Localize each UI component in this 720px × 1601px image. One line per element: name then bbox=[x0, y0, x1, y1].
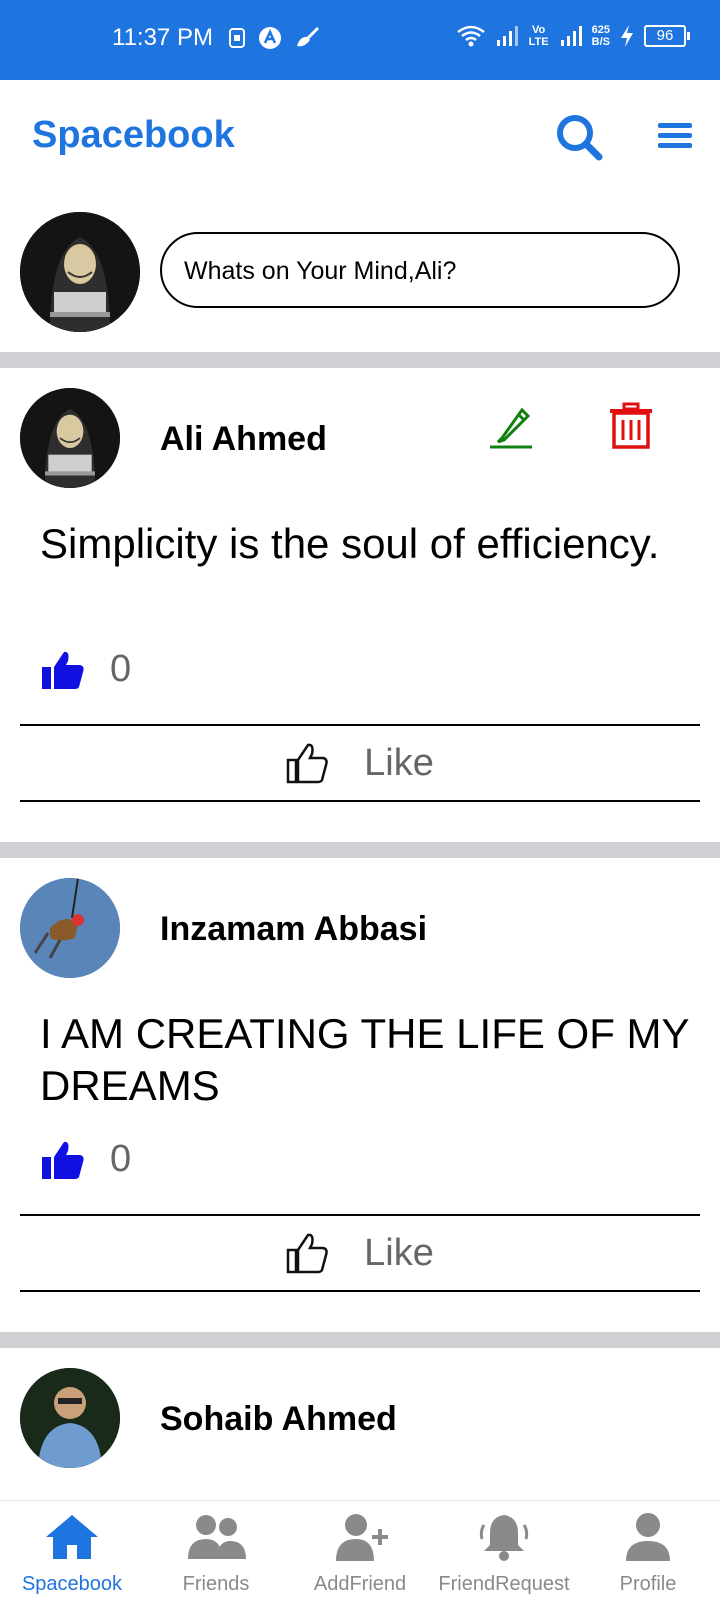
nav-label: AddFriend bbox=[313, 1573, 407, 1595]
post-author[interactable]: Inzamam Abbasi bbox=[160, 910, 427, 949]
nav-item-spacebook[interactable]: Spacebook bbox=[0, 1501, 144, 1601]
home-icon bbox=[46, 1515, 98, 1559]
avatar[interactable] bbox=[20, 878, 120, 978]
status-time: 11:37 PM bbox=[112, 24, 213, 51]
nav-item-friends[interactable]: Friends bbox=[144, 1501, 288, 1601]
add-friend-icon bbox=[336, 1514, 388, 1561]
hacker-avatar-image bbox=[20, 212, 140, 332]
like-label: Like bbox=[364, 1231, 434, 1274]
edit-icon[interactable] bbox=[488, 404, 534, 450]
like-count-row: 0 bbox=[40, 648, 131, 691]
post-composer: Whats on Your Mind,Ali? bbox=[0, 192, 720, 352]
wifi-icon bbox=[456, 25, 485, 47]
trash-icon[interactable] bbox=[608, 402, 654, 450]
like-count: 0 bbox=[110, 1138, 132, 1180]
post-divider bbox=[20, 800, 700, 802]
status-system-icons: Vo LTE 625 B/S 96 bbox=[456, 24, 690, 48]
post-divider bbox=[20, 1290, 700, 1292]
net-speed: 625 B/S bbox=[592, 24, 610, 48]
thumbs-up-filled-icon bbox=[42, 651, 84, 689]
post-author[interactable]: Ali Ahmed bbox=[160, 420, 327, 459]
battery-indicator: 96 bbox=[644, 25, 690, 47]
feed-divider bbox=[0, 352, 720, 368]
nav-label: Profile bbox=[619, 1573, 677, 1595]
nav-label: FriendRequest bbox=[438, 1573, 570, 1595]
signal-icon-2 bbox=[560, 26, 582, 46]
sim-icon bbox=[229, 28, 245, 48]
app-header: Spacebook bbox=[0, 80, 720, 193]
bell-icon bbox=[479, 1515, 529, 1561]
like-label: Like bbox=[364, 741, 434, 784]
nav-item-profile[interactable]: Profile bbox=[576, 1501, 720, 1601]
signal-icon bbox=[496, 26, 518, 46]
nav-item-friendrequest[interactable]: FriendRequest bbox=[432, 1501, 576, 1601]
thumbs-up-filled-icon bbox=[42, 1141, 84, 1179]
like-count-row: 0 bbox=[40, 1138, 131, 1181]
feed-divider bbox=[0, 1332, 720, 1348]
status-bar: 11:37 PM Vo LTE 625 B/S 96 bbox=[0, 0, 720, 80]
volte-indicator: Vo LTE bbox=[528, 24, 549, 48]
profile-icon bbox=[626, 1513, 670, 1561]
hacker-avatar-image bbox=[20, 388, 120, 488]
charging-icon bbox=[621, 25, 633, 47]
broom-icon bbox=[297, 26, 320, 47]
net-speed-unit: B/S bbox=[591, 36, 610, 48]
thumbs-up-outline-icon bbox=[286, 1233, 328, 1274]
nav-label: Friends bbox=[182, 1573, 250, 1595]
app-title: Spacebook bbox=[32, 114, 235, 156]
climber-avatar-image bbox=[20, 878, 120, 978]
post-card: Sohaib Ahmed bbox=[0, 1348, 720, 1500]
friends-icon bbox=[188, 1515, 246, 1559]
avatar[interactable] bbox=[20, 1368, 120, 1468]
like-count: 0 bbox=[110, 648, 132, 690]
net-speed-value: 625 bbox=[591, 24, 610, 36]
avatar[interactable] bbox=[20, 212, 140, 332]
search-icon[interactable] bbox=[554, 112, 604, 162]
like-button[interactable]: Like bbox=[20, 1216, 700, 1290]
menu-icon[interactable] bbox=[656, 120, 694, 152]
app-a-icon bbox=[259, 27, 281, 49]
avatar[interactable] bbox=[20, 388, 120, 488]
post-text: I AM CREATING THE LIFE OF MY DREAMS bbox=[40, 1010, 689, 1109]
post-card: Inzamam Abbasi I AM CREATING THE LIFE OF… bbox=[0, 858, 720, 1332]
nav-label: Spacebook bbox=[21, 1573, 123, 1595]
feed-divider bbox=[0, 842, 720, 858]
man-avatar-image bbox=[20, 1368, 120, 1468]
status-notification-icons bbox=[228, 26, 320, 50]
bottom-nav: Spacebook Friends AddFriend FriendReques… bbox=[0, 1500, 720, 1601]
post-text: Simplicity is the soul of efficiency. bbox=[40, 520, 660, 567]
status-input[interactable]: Whats on Your Mind,Ali? bbox=[160, 232, 680, 308]
post-author[interactable]: Sohaib Ahmed bbox=[160, 1400, 397, 1439]
nav-item-addfriend[interactable]: AddFriend bbox=[288, 1501, 432, 1601]
like-button[interactable]: Like bbox=[20, 726, 700, 800]
thumbs-up-outline-icon bbox=[286, 743, 328, 784]
post-card: Ali Ahmed Simplicity is the soul of effi… bbox=[0, 368, 720, 842]
